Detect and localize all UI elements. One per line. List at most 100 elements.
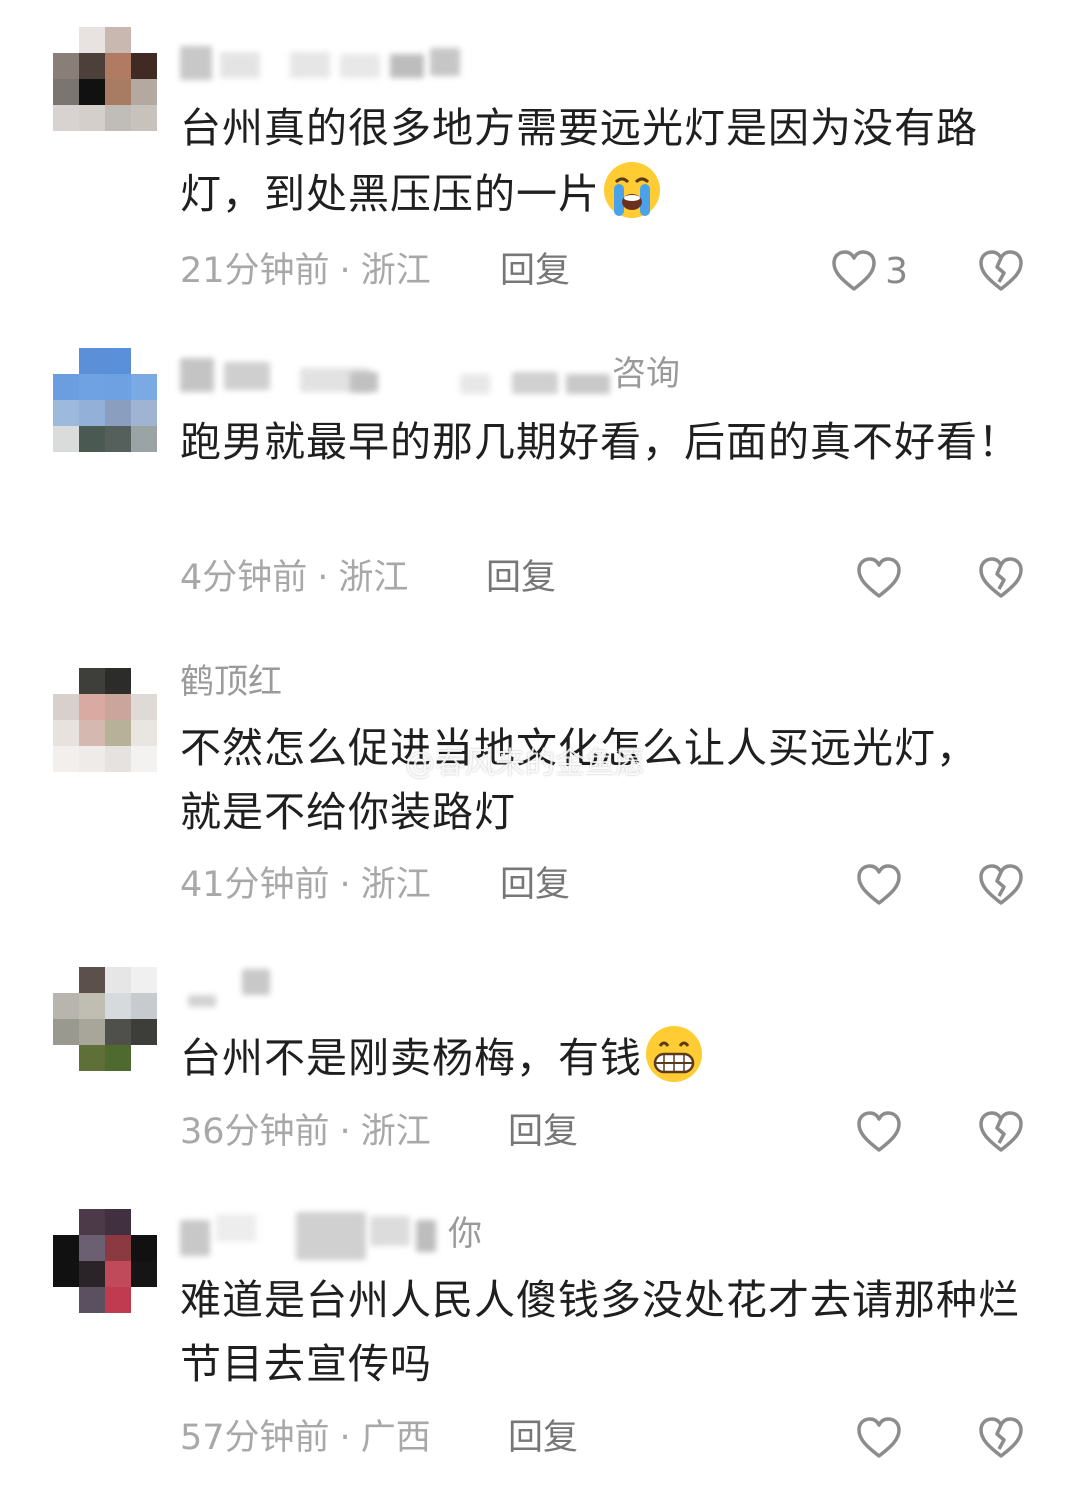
username-blur: [224, 362, 270, 390]
username-blur: [350, 372, 378, 392]
username-blur: [512, 372, 558, 394]
avatar-pixel: [79, 105, 105, 131]
comment-text: 台州不是刚卖杨梅，有钱: [180, 1024, 1020, 1090]
avatar[interactable]: [53, 27, 157, 131]
avatar-pixel: [79, 668, 105, 694]
avatar-pixel: [131, 668, 157, 694]
avatar-pixel: [105, 27, 131, 53]
avatar[interactable]: [53, 348, 157, 452]
loudly-crying-face-icon: [602, 160, 662, 220]
broken-heart-icon: [979, 864, 1023, 905]
watermark: @春风来的金鱼愿: [405, 746, 645, 781]
username-blur: [390, 54, 424, 78]
avatar-pixel: [79, 400, 105, 426]
avatar-pixel: [79, 348, 105, 374]
like-button[interactable]: [856, 860, 902, 910]
avatar-pixel: [105, 1235, 131, 1261]
comment-time: 41分钟前: [180, 865, 330, 905]
dislike-button[interactable]: [978, 246, 1024, 296]
broken-heart-icon: [979, 557, 1023, 598]
avatar-pixel: [79, 993, 105, 1019]
username-blur: [180, 1220, 210, 1256]
reply-button[interactable]: 回复: [508, 1107, 578, 1157]
avatar-pixel: [79, 27, 105, 53]
avatar-pixel: [53, 746, 79, 772]
like-button[interactable]: [856, 553, 902, 603]
broken-heart-icon: [979, 1417, 1023, 1458]
comment-time: 4分钟前: [180, 558, 308, 598]
avatar-pixel: [105, 746, 131, 772]
reply-button[interactable]: 回复: [500, 246, 570, 296]
avatar-pixel: [131, 426, 157, 452]
dislike-button[interactable]: [978, 553, 1024, 603]
reply-button[interactable]: 回复: [500, 860, 570, 910]
avatar[interactable]: [53, 668, 157, 772]
avatar-pixel: [105, 105, 131, 131]
avatar-pixel: [131, 1045, 157, 1071]
avatar-pixel: [131, 967, 157, 993]
avatar-pixel: [79, 694, 105, 720]
heart-icon: [857, 1111, 901, 1152]
like-button[interactable]: [856, 1413, 902, 1463]
username[interactable]: 鹤顶红: [180, 658, 780, 706]
username-blur: [216, 1214, 256, 1242]
meta-separator: ·: [339, 1112, 351, 1152]
avatar-pixel: [79, 1209, 105, 1235]
avatar[interactable]: [53, 967, 157, 1071]
comment-location: 浙江: [360, 865, 431, 905]
username[interactable]: [180, 965, 780, 1013]
reply-button[interactable]: 回复: [508, 1413, 578, 1463]
username[interactable]: [180, 38, 780, 86]
avatar-pixel: [105, 1019, 131, 1045]
like-button[interactable]: [856, 1107, 902, 1157]
avatar-pixel: [131, 1019, 157, 1045]
reply-button[interactable]: 回复: [486, 553, 556, 603]
avatar-pixel: [105, 1045, 131, 1071]
avatar-pixel: [131, 746, 157, 772]
dislike-button[interactable]: [978, 1107, 1024, 1157]
username[interactable]: 你: [180, 1210, 780, 1260]
avatar-pixel: [53, 105, 79, 131]
like-count: 3: [885, 250, 908, 292]
avatar-pixel: [53, 348, 79, 374]
avatar-pixel: [53, 1045, 79, 1071]
avatar-pixel: [53, 374, 79, 400]
username-text: 咨询: [612, 354, 680, 394]
heart-icon: [857, 1417, 901, 1458]
avatar-pixel: [79, 1261, 105, 1287]
avatar-pixel: [53, 79, 79, 105]
avatar-pixel: [131, 1235, 157, 1261]
avatar-pixel: [131, 53, 157, 79]
meta-separator: ·: [339, 1418, 351, 1458]
avatar-pixel: [105, 1261, 131, 1287]
avatar-pixel: [79, 967, 105, 993]
avatar-pixel: [79, 1235, 105, 1261]
avatar[interactable]: [53, 1209, 157, 1313]
username-text: 鹤顶红: [180, 662, 282, 702]
dislike-button[interactable]: [978, 860, 1024, 910]
avatar-pixel: [105, 694, 131, 720]
broken-heart-icon: [979, 250, 1023, 291]
username-blur: [340, 54, 380, 78]
avatar-pixel: [79, 720, 105, 746]
avatar-pixel: [53, 426, 79, 452]
comment-time: 57分钟前: [180, 1418, 330, 1458]
comment-time: 21分钟前: [180, 251, 330, 291]
avatar-pixel: [79, 1045, 105, 1071]
avatar-pixel: [131, 1209, 157, 1235]
dislike-button[interactable]: [978, 1413, 1024, 1463]
username-blur: [188, 995, 216, 1007]
avatar-pixel: [131, 374, 157, 400]
like-button[interactable]: 3: [831, 246, 908, 296]
username-blur: [242, 969, 270, 995]
avatar-pixel: [79, 53, 105, 79]
username[interactable]: 咨询: [180, 350, 780, 398]
broken-heart-icon: [979, 1111, 1023, 1152]
heart-icon: [857, 864, 901, 905]
avatar-pixel: [53, 1209, 79, 1235]
username-blur: [180, 358, 214, 392]
avatar-pixel: [79, 1019, 105, 1045]
username-blur: [566, 374, 610, 394]
heart-icon: [857, 557, 901, 598]
avatar-pixel: [53, 967, 79, 993]
